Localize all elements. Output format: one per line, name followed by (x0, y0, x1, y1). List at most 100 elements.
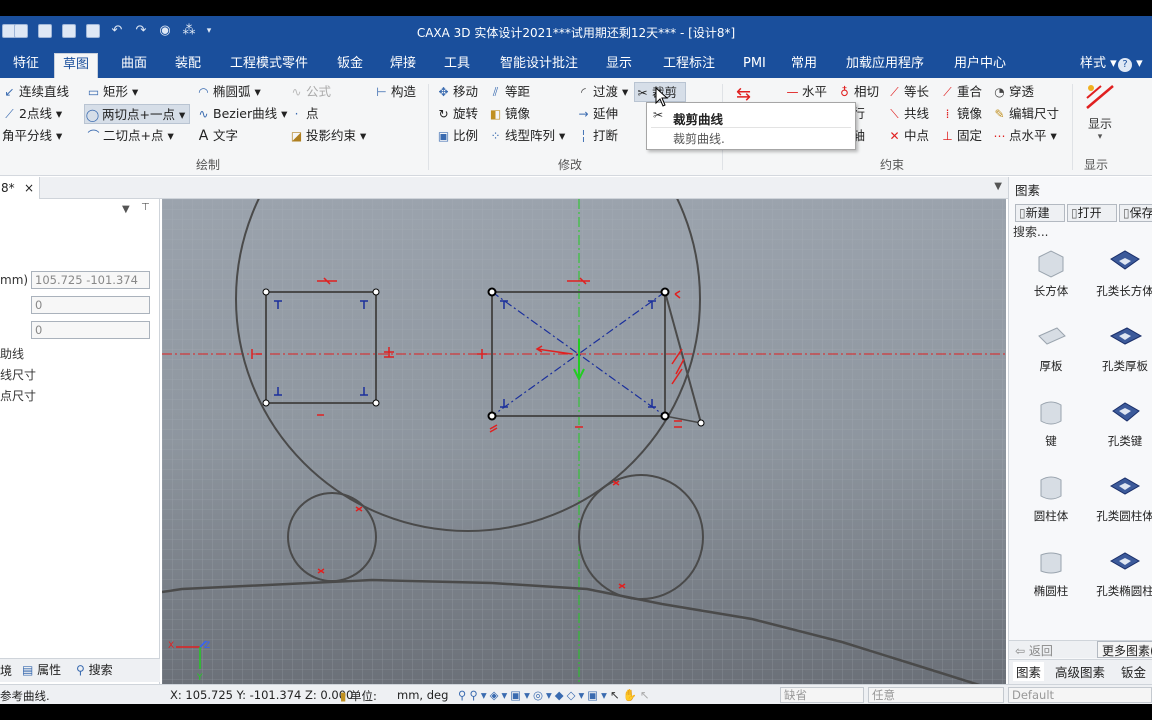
mirror-button[interactable]: ◧ 镜像 (488, 104, 530, 124)
two-tangent-one-point-button[interactable]: ◯ 两切点+一点 ▾ (84, 104, 190, 124)
construction-button[interactable]: ⊢ 构造 (374, 82, 416, 102)
pin-icon[interactable]: ⊤ (141, 202, 150, 213)
library-element[interactable]: 圆柱体 (1015, 472, 1087, 524)
tab-environment[interactable]: 境 (0, 662, 12, 679)
rotate-button[interactable]: ↻ 旋转 (436, 104, 478, 124)
save-button[interactable]: ▯保存 (1119, 204, 1152, 222)
view-tools[interactable]: ⚲⚲▾◈▾▣▾◎▾◆◇▾▣▾↖✋↖ (458, 688, 653, 702)
render-icon[interactable]: ◆ (555, 688, 567, 702)
move-button[interactable]: ✥ 移动 (436, 82, 478, 102)
tab-surface[interactable]: 曲面 (113, 53, 155, 78)
angle-bisector-button[interactable]: 角平分线 ▾ (2, 126, 62, 146)
two-point-line-button[interactable]: ⟋ 2点线 ▾ (2, 104, 62, 124)
tabs-dropdown-icon[interactable]: ▼ (994, 181, 1002, 192)
tab-common[interactable]: 常用 (783, 53, 825, 78)
break-button[interactable]: ╎ 打断 (576, 126, 618, 146)
vertex[interactable] (262, 288, 270, 296)
new-button[interactable]: ▯新建 (1015, 204, 1065, 222)
tab-sheet-metal-elements[interactable]: 钣金 (1121, 662, 1146, 681)
tab-display[interactable]: 显示 (598, 53, 640, 78)
box-icon[interactable]: ▣ (587, 688, 601, 702)
vertex[interactable] (487, 411, 497, 421)
tab-tools[interactable]: 工具 (436, 53, 478, 78)
more-elements-button[interactable]: 更多图素( (1097, 641, 1152, 658)
extend-button[interactable]: → 延伸 (576, 104, 618, 124)
midpoint-button[interactable]: ✕ 中点 (887, 126, 929, 146)
tab-engineering-part[interactable]: 工程模式零件 (222, 53, 316, 78)
vertex[interactable] (660, 411, 670, 421)
tangent-button[interactable]: ♁ 相切 (837, 82, 879, 102)
filter-select-1[interactable]: 缺省 (780, 687, 864, 703)
formula-button[interactable]: ∿ 公式 (289, 82, 331, 102)
option-point-dimension[interactable]: 点尺寸 (0, 387, 36, 404)
through-button[interactable]: ◔ 穿透 (992, 82, 1034, 102)
vertex[interactable] (262, 399, 270, 407)
transition-button[interactable]: ◜ 过渡 ▾ (576, 82, 628, 102)
pan-icon[interactable]: ◈ (490, 688, 502, 702)
horizontal-button[interactable]: — 水平 (785, 82, 828, 102)
orbit-icon[interactable]: ◎ (533, 688, 546, 702)
point-button[interactable]: · 点 (289, 104, 319, 124)
sketch-canvas[interactable]: X Y Z (162, 199, 1006, 684)
vertex[interactable] (372, 288, 380, 296)
tab-advanced-elements[interactable]: 高级图素 (1055, 662, 1105, 681)
projection-constraint-button[interactable]: ◪ 投影约束 ▾ (289, 126, 366, 146)
two-tangent-point-button[interactable]: ⌒ 二切点+点 ▾ (86, 126, 173, 146)
vertex[interactable] (697, 419, 705, 427)
filter-select-2[interactable]: 任意 (868, 687, 1004, 703)
option-line-dimension[interactable]: 线尺寸 (0, 366, 36, 383)
view-cube-icon[interactable]: ▣ (510, 688, 524, 702)
tab-assembly[interactable]: 装配 (167, 53, 209, 78)
style-menu[interactable]: 样式 ▾ (1072, 53, 1125, 78)
tab-engineering-dimension[interactable]: 工程标注 (655, 53, 723, 78)
bezier-button[interactable]: ∿ Bezier曲线 ▾ (196, 104, 287, 124)
value-field-2[interactable]: 0 (31, 296, 150, 314)
library-element[interactable]: 厚板 (1015, 322, 1087, 374)
help-icon[interactable]: ? ▾ (1118, 53, 1143, 78)
close-icon[interactable]: × (24, 177, 34, 199)
library-element[interactable]: 孔类键 (1089, 397, 1152, 449)
tab-pmi[interactable]: PMI (735, 53, 774, 78)
value-field-3[interactable]: 0 (31, 321, 150, 339)
tab-search[interactable]: ⚲ 搜索 (76, 661, 113, 678)
tab-user-center[interactable]: 用户中心 (946, 53, 1014, 78)
tab-welding[interactable]: 焊接 (382, 53, 424, 78)
equal-length-button[interactable]: ⟋ 等长 (887, 82, 929, 102)
text-button[interactable]: A 文字 (196, 126, 238, 146)
document-tab[interactable]: 8* × (0, 177, 40, 199)
library-search[interactable]: 搜索... (1013, 223, 1048, 240)
ellipse-arc-button[interactable]: ◠ 椭圆弧 ▾ (196, 82, 261, 102)
vertex[interactable] (487, 287, 497, 297)
edit-dimension-button[interactable]: ✎ 编辑尺寸 (992, 104, 1059, 124)
point-horizontal-button[interactable]: ⋯ 点水平 ▾ (992, 126, 1057, 146)
hand-icon[interactable]: ✋ (623, 688, 640, 702)
constraint-mirror-button[interactable]: ⁞ 镜像 (940, 104, 982, 124)
fixed-button[interactable]: ⊥ 固定 (940, 126, 982, 146)
display-button[interactable]: 显示 ▾ (1080, 82, 1120, 152)
scale-button[interactable]: ▣ 比例 (436, 126, 478, 146)
tab-feature[interactable]: 特征 (5, 53, 47, 78)
offset-button[interactable]: ⫽ 等距 (488, 82, 530, 102)
collinear-button[interactable]: ⟍ 共线 (887, 104, 929, 124)
coordinate-field[interactable]: 105.725 -101.374 (31, 271, 150, 289)
zoom-icon[interactable]: ⚲ (458, 688, 469, 702)
library-element[interactable]: 孔类椭圆柱 (1089, 547, 1152, 599)
library-element[interactable]: 孔类长方体 (1089, 247, 1152, 299)
option-auxiliary-line[interactable]: 助线 (0, 345, 24, 362)
vertex[interactable] (372, 399, 380, 407)
coincident-button[interactable]: ⟋ 重合 (940, 82, 982, 102)
tab-properties[interactable]: ▤ 属性 (22, 661, 61, 678)
zoom-window-icon[interactable]: ⚲ (469, 688, 480, 702)
pointer-icon[interactable]: ↖ (640, 688, 653, 702)
library-element[interactable]: 键 (1015, 397, 1087, 449)
linear-array-button[interactable]: ⁘ 线型阵列 ▾ (488, 126, 565, 146)
tab-smart-annotation[interactable]: 智能设计批注 (492, 53, 586, 78)
continuous-line-button[interactable]: ↙ 连续直线 (2, 82, 69, 102)
vertex[interactable] (660, 287, 670, 297)
tab-load-application[interactable]: 加载应用程序 (838, 53, 932, 78)
rectangle-button[interactable]: ▭ 矩形 ▾ (86, 82, 138, 102)
library-element[interactable]: 长方体 (1015, 247, 1087, 299)
library-element[interactable]: 椭圆柱 (1015, 547, 1087, 599)
tab-sketch[interactable]: 草图 (54, 53, 99, 78)
tab-sheet-metal[interactable]: 钣金 (329, 53, 371, 78)
